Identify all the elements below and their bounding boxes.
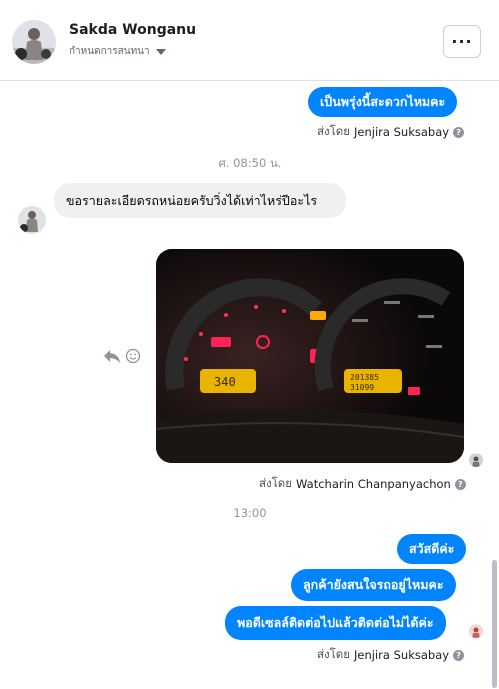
help-icon[interactable]: ?: [454, 478, 466, 490]
message-text: เป็นพรุ่งนี้สะดวกไหมคะ: [320, 94, 446, 109]
message-photo[interactable]: 340 201385 31099: [156, 249, 464, 463]
read-receipt-avatar: [469, 453, 483, 467]
sender-name[interactable]: Watcharin Chanpanyachon: [296, 477, 451, 491]
contact-avatar[interactable]: [12, 20, 56, 64]
sent-by-label: ส่งโดย: [317, 124, 351, 138]
reply-icon[interactable]: [103, 348, 121, 364]
assign-label: กำหนดการสนทนา: [69, 46, 150, 57]
message-incoming[interactable]: ขอรายละเอียดรถหน่อยครับวิ่งได้เท่าไหร่ปี…: [54, 183, 346, 218]
sender-name[interactable]: Jenjira Suksabay: [354, 648, 449, 662]
message-outgoing[interactable]: สวัสดีค่ะ: [397, 534, 467, 564]
contact-avatar-small[interactable]: [18, 206, 46, 234]
message-outgoing[interactable]: ลูกค้ายังสนใจรถอยู่ไหมคะ: [291, 569, 456, 601]
sent-by-line: ส่งโดย Jenjira Suksabay ?: [317, 123, 465, 141]
message-text: ลูกค้ายังสนใจรถอยู่ไหมคะ: [303, 577, 444, 592]
photo-odometer-right-1: 201385: [350, 373, 379, 382]
timestamp: ศ. 08:50 น.: [218, 156, 282, 170]
sender-name[interactable]: Jenjira Suksabay: [354, 125, 449, 139]
message-outgoing[interactable]: พอดีเซลล์ติดต่อไปแล้วติดต่อไม่ได้ค่ะ: [225, 606, 446, 640]
assign-dropdown[interactable]: กำหนดการสนทนา: [69, 44, 166, 59]
message-text: พอดีเซลล์ติดต่อไปแล้วติดต่อไม่ได้ค่ะ: [237, 615, 434, 630]
timestamp: 13:00: [233, 506, 267, 520]
conversation-header: Sakda Wonganu กำหนดการสนทนา ···: [0, 0, 499, 81]
message-text: ขอรายละเอียดรถหน่อยครับวิ่งได้เท่าไหร่ปี…: [66, 193, 318, 208]
message-outgoing[interactable]: เป็นพรุ่งนี้สะดวกไหมคะ: [308, 87, 458, 117]
read-receipt-avatar: [469, 624, 483, 638]
more-options-button[interactable]: ···: [443, 25, 481, 58]
scrollbar[interactable]: [492, 560, 497, 688]
help-icon[interactable]: ?: [453, 649, 465, 661]
emoji-icon[interactable]: [125, 348, 141, 364]
photo-odometer-left: 340: [214, 375, 236, 389]
sent-by-label: ส่งโดย: [317, 647, 351, 661]
sent-by-line: ส่งโดย Jenjira Suksabay ?: [317, 646, 465, 664]
contact-name[interactable]: Sakda Wonganu: [69, 22, 196, 38]
more-icon: ···: [451, 32, 473, 51]
message-text: สวัสดีค่ะ: [409, 541, 455, 556]
sent-by-label: ส่งโดย: [259, 476, 293, 490]
photo-odometer-right-2: 31099: [350, 383, 374, 392]
help-icon[interactable]: ?: [453, 126, 465, 138]
chevron-down-icon: [155, 48, 166, 55]
sent-by-line: ส่งโดย Watcharin Chanpanyachon ?: [259, 475, 466, 493]
